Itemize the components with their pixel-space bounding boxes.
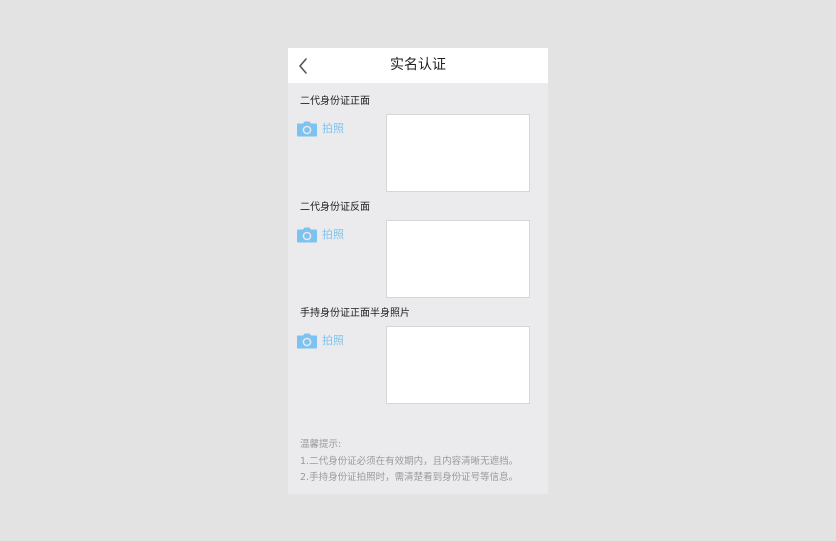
take-photo-button-id-front[interactable]: 拍照 bbox=[296, 120, 344, 138]
phone-screen: 实名认证 二代身份证正面 拍照 二代身份证反面 拍照 手持身份证正面半身照片 拍… bbox=[288, 48, 548, 494]
tips-title: 温馨提示: bbox=[300, 439, 342, 450]
take-photo-label: 拍照 bbox=[322, 228, 344, 241]
page-title: 实名认证 bbox=[390, 57, 446, 73]
camera-icon bbox=[297, 227, 317, 243]
take-photo-label: 拍照 bbox=[322, 122, 344, 135]
section-label-id-front: 二代身份证正面 bbox=[300, 96, 370, 107]
tips-line-1: 1.二代身份证必须在有效期内，且内容清晰无遮挡。 bbox=[300, 455, 519, 467]
photo-preview-id-back[interactable] bbox=[386, 220, 530, 298]
tips-block: 温馨提示: 1.二代身份证必须在有效期内，且内容清晰无遮挡。 2.手持身份证拍照… bbox=[300, 437, 518, 487]
tips-line-2: 2.手持身份证拍照时，需清楚看到身份证号等信息。 bbox=[300, 472, 519, 483]
section-label-handheld-id: 手持身份证正面半身照片 bbox=[300, 308, 410, 319]
photo-preview-handheld-id[interactable] bbox=[386, 326, 530, 404]
take-photo-label: 拍照 bbox=[322, 334, 344, 347]
camera-icon bbox=[297, 121, 317, 137]
photo-preview-id-front[interactable] bbox=[386, 114, 530, 192]
nav-bar: 实名认证 bbox=[288, 48, 548, 83]
take-photo-button-id-back[interactable]: 拍照 bbox=[296, 226, 344, 244]
take-photo-button-handheld-id[interactable]: 拍照 bbox=[296, 332, 344, 350]
camera-icon bbox=[297, 333, 317, 349]
section-label-id-back: 二代身份证反面 bbox=[300, 202, 370, 213]
